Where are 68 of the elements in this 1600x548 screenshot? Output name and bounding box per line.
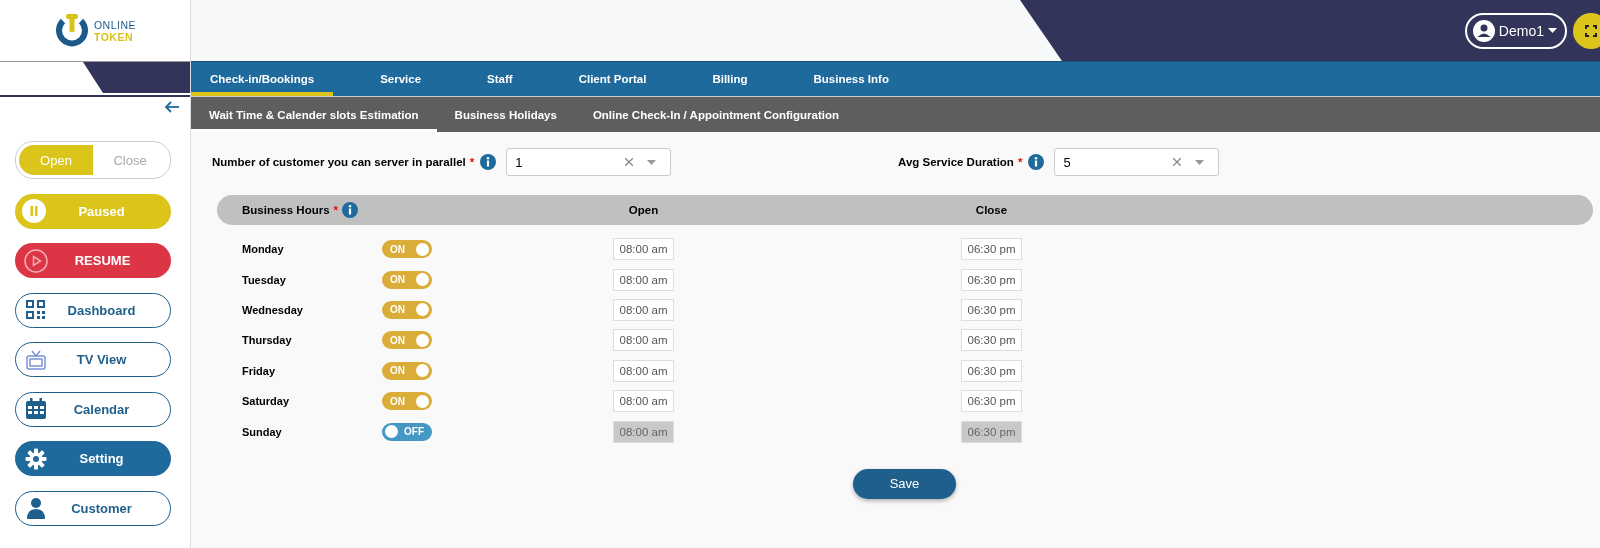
calendar-icon bbox=[25, 398, 47, 420]
time-field[interactable]: 06:30 pm bbox=[961, 268, 1022, 291]
time-field[interactable]: 06:30 pm bbox=[961, 329, 1022, 352]
qr-code-icon bbox=[25, 299, 47, 321]
fullscreen-icon bbox=[1585, 24, 1597, 37]
time-field[interactable]: 08:00 am bbox=[613, 268, 674, 291]
back-arrow-icon[interactable] bbox=[164, 101, 180, 113]
time-field[interactable]: 06:30 pm bbox=[961, 298, 1022, 321]
nav-button[interactable]: TV View bbox=[15, 342, 171, 377]
column-heading: Open bbox=[628, 204, 659, 216]
nav-button[interactable]: Calendar bbox=[15, 391, 171, 427]
caret-icon[interactable] bbox=[647, 159, 657, 165]
select-field[interactable]: 5 bbox=[1054, 148, 1220, 176]
required-mark: * bbox=[469, 156, 475, 168]
time-field[interactable]: 08:00 am bbox=[613, 359, 674, 382]
day-label: Thursday bbox=[242, 334, 293, 347]
play-icon bbox=[24, 248, 48, 273]
tab[interactable]: Client Portal bbox=[559, 62, 666, 96]
day-label: Friday bbox=[242, 364, 276, 377]
tab[interactable]: Service bbox=[361, 62, 441, 96]
time-field[interactable]: 08:00 am bbox=[613, 298, 674, 321]
field-label: Number of customer you can server in parallel bbox=[212, 156, 466, 168]
person-icon bbox=[25, 497, 47, 519]
time-field[interactable]: 06:30 pm bbox=[961, 359, 1022, 382]
select-field[interactable]: 1 bbox=[506, 148, 672, 176]
nav-button[interactable]: Customer bbox=[15, 490, 171, 526]
info-icon bbox=[480, 154, 497, 170]
day-label: Tuesday bbox=[242, 273, 287, 286]
tv-icon bbox=[25, 348, 47, 371]
caret-icon[interactable] bbox=[1195, 159, 1205, 165]
settings-icon bbox=[25, 447, 47, 470]
day-label: Monday bbox=[242, 243, 285, 256]
caret-icon bbox=[1548, 28, 1557, 33]
tab[interactable]: Staff bbox=[468, 62, 532, 96]
time-field[interactable]: 06:30 pm bbox=[961, 238, 1022, 261]
time-field[interactable]: 08:00 am bbox=[613, 329, 674, 352]
save-button[interactable]: Save bbox=[853, 468, 956, 499]
sub-tab[interactable]: Online Check-In / Appointment Configuration bbox=[574, 97, 858, 132]
sub-tab[interactable]: Business Holidays bbox=[436, 97, 575, 132]
clear-icon[interactable] bbox=[625, 158, 634, 166]
field-label: Avg Service Duration bbox=[898, 156, 1014, 168]
clear-icon[interactable] bbox=[1173, 158, 1182, 166]
required-mark: * bbox=[1017, 156, 1023, 168]
time-field[interactable]: 08:00 am bbox=[613, 420, 674, 443]
time-field[interactable]: 08:00 am bbox=[613, 238, 674, 261]
resume-button[interactable]: RESUME bbox=[15, 243, 171, 278]
time-field[interactable]: 06:30 pm bbox=[961, 420, 1022, 443]
required-mark: * bbox=[333, 204, 339, 216]
time-field[interactable]: 08:00 am bbox=[613, 390, 674, 413]
info-icon bbox=[342, 202, 359, 218]
logo-text: TOKEN bbox=[93, 30, 134, 43]
sub-tab[interactable]: Wait Time & Calender slots Estimation bbox=[191, 97, 437, 132]
day-label: Wednesday bbox=[242, 303, 304, 316]
logo-icon bbox=[53, 12, 90, 49]
column-heading: Business Hours bbox=[242, 204, 330, 216]
day-label: Saturday bbox=[242, 395, 291, 408]
info-icon bbox=[1028, 154, 1045, 170]
pause-icon bbox=[22, 199, 46, 223]
user-avatar-icon bbox=[1472, 19, 1495, 42]
tab[interactable]: Billing bbox=[693, 62, 767, 96]
tab[interactable]: Business Info bbox=[794, 62, 908, 96]
logo-text: ONLINE bbox=[93, 18, 137, 31]
time-field[interactable]: 06:30 pm bbox=[961, 390, 1022, 413]
nav-button[interactable]: Setting bbox=[15, 441, 171, 476]
user-menu[interactable]: Demo1 bbox=[1464, 12, 1567, 49]
day-label: Sunday bbox=[242, 425, 283, 438]
nav-button[interactable]: Dashboard bbox=[15, 292, 171, 328]
column-heading: Close bbox=[975, 204, 1008, 216]
